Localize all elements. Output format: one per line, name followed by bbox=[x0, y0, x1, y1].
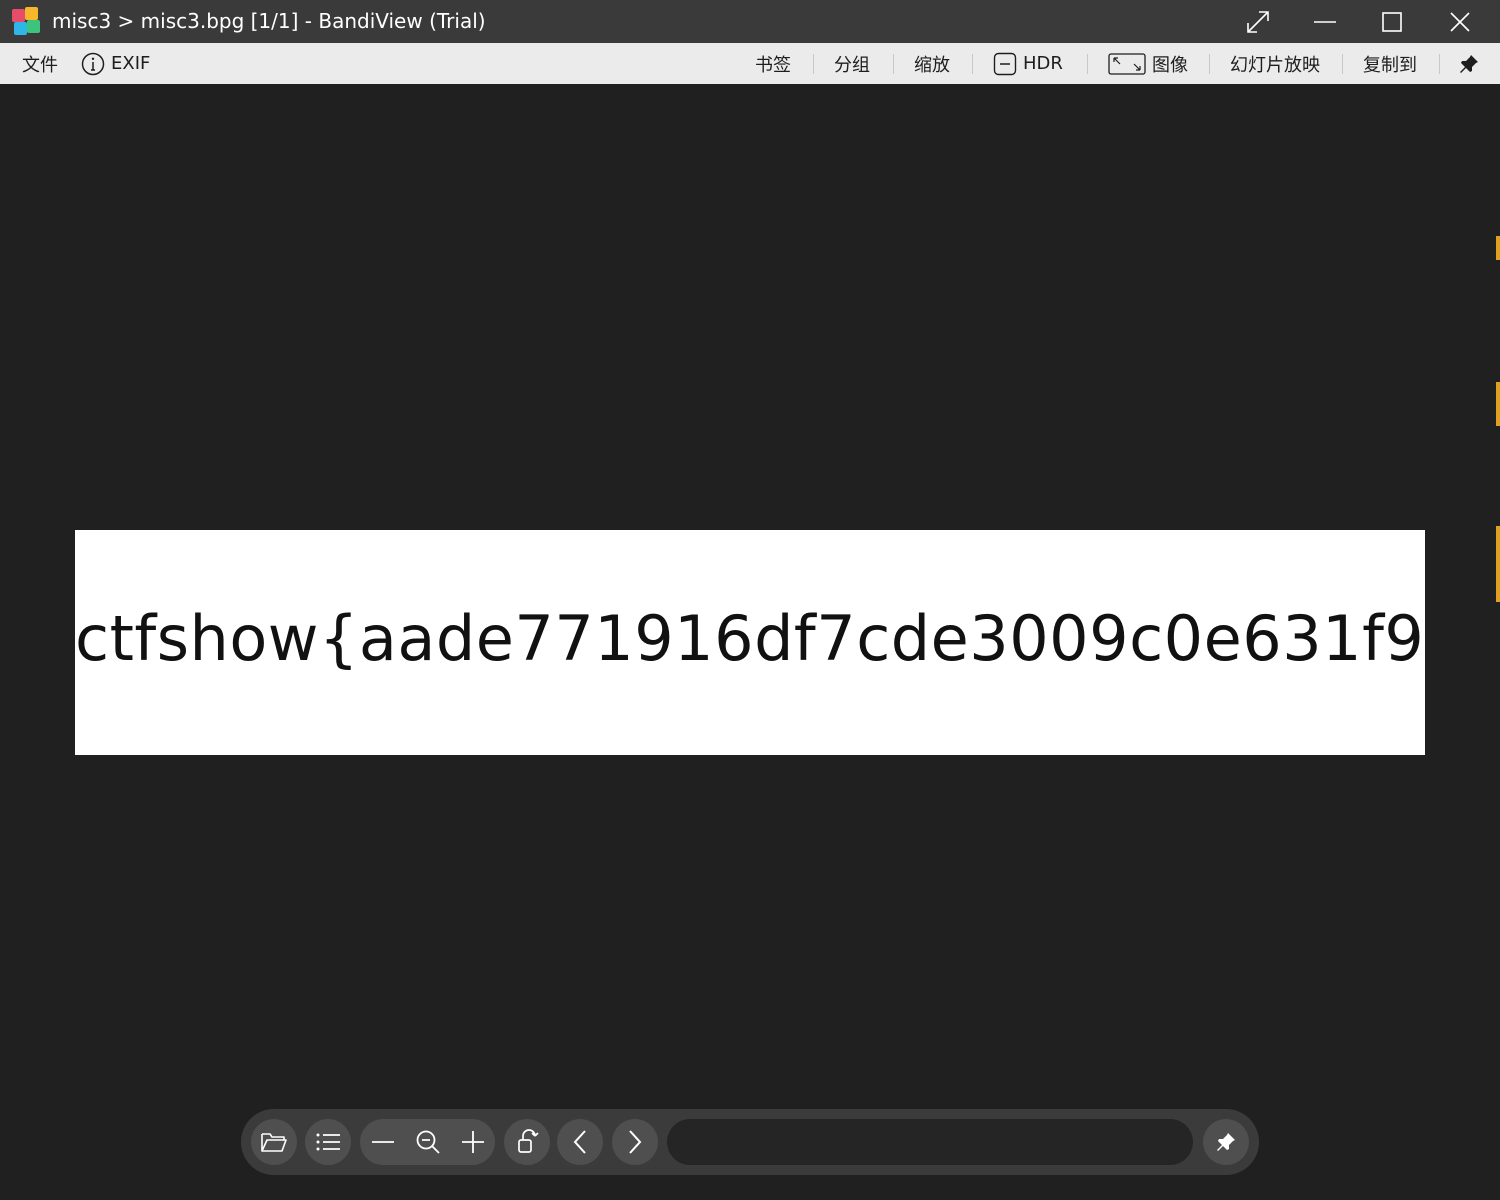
menu-exif-label: EXIF bbox=[111, 53, 151, 74]
menu-group[interactable]: 分组 bbox=[834, 43, 870, 84]
menu-copy-to-label: 复制到 bbox=[1363, 54, 1417, 76]
minimize-button[interactable] bbox=[1292, 0, 1358, 43]
menu-divider bbox=[893, 54, 894, 74]
maximize-button[interactable] bbox=[1359, 0, 1425, 43]
fullscreen-button[interactable] bbox=[1225, 0, 1291, 43]
window-edge-highlight bbox=[1496, 526, 1500, 602]
menu-bookmark-label: 书签 bbox=[755, 54, 791, 76]
menu-hdr[interactable]: HDR bbox=[993, 43, 1063, 84]
zoom-in-button[interactable] bbox=[450, 1119, 495, 1165]
pin-icon bbox=[1460, 54, 1478, 73]
menu-hdr-label: HDR bbox=[1023, 53, 1063, 74]
next-icon bbox=[629, 1130, 642, 1154]
menu-file-label: 文件 bbox=[22, 54, 58, 76]
window-edge-highlight bbox=[1496, 236, 1500, 260]
minimize-icon bbox=[1314, 20, 1336, 23]
zoom-fit-icon bbox=[416, 1130, 440, 1154]
rotate-icon bbox=[518, 1129, 539, 1153]
menu-divider bbox=[1087, 54, 1088, 74]
image-flag-text: ctfshow{aade771916df7cde3009c0e631f9910d… bbox=[75, 602, 1425, 675]
menu-bar: 文件 EXIF 书签 分组 缩放 HDR 图像 幻灯片放映 复制到 bbox=[0, 43, 1500, 84]
list-icon bbox=[316, 1133, 340, 1151]
menu-divider bbox=[1342, 54, 1343, 74]
menu-divider bbox=[813, 54, 814, 74]
toolbar-pin-button[interactable] bbox=[1203, 1119, 1249, 1165]
previous-image-button[interactable] bbox=[557, 1119, 603, 1165]
maximize-icon bbox=[1382, 11, 1402, 32]
menu-image[interactable]: 图像 bbox=[1108, 43, 1188, 84]
menu-zoom-label: 缩放 bbox=[914, 54, 950, 76]
displayed-image: ctfshow{aade771916df7cde3009c0e631f9910d… bbox=[75, 530, 1425, 755]
zoom-in-plus-icon bbox=[461, 1131, 484, 1153]
zoom-out-button[interactable] bbox=[360, 1119, 405, 1165]
fullscreen-icon bbox=[1247, 10, 1269, 33]
window-edge-highlight bbox=[1496, 382, 1500, 426]
info-icon bbox=[81, 52, 105, 75]
close-icon bbox=[1450, 11, 1470, 32]
rotate-button[interactable] bbox=[504, 1119, 550, 1165]
image-resize-icon bbox=[1108, 52, 1146, 75]
image-info-field bbox=[667, 1119, 1193, 1165]
menu-image-label: 图像 bbox=[1152, 54, 1188, 76]
pin-window-button[interactable] bbox=[1459, 43, 1479, 84]
open-folder-button[interactable] bbox=[251, 1119, 297, 1165]
next-image-button[interactable] bbox=[612, 1119, 658, 1165]
title-bar[interactable]: misc3 > misc3.bpg [1/1] - BandiView (Tri… bbox=[0, 0, 1500, 43]
zoom-controls bbox=[360, 1119, 495, 1165]
zoom-fit-button[interactable] bbox=[405, 1119, 450, 1165]
bottom-toolbar bbox=[241, 1109, 1259, 1175]
pin-icon bbox=[1217, 1133, 1235, 1151]
menu-zoom[interactable]: 缩放 bbox=[914, 43, 950, 84]
menu-divider bbox=[1439, 54, 1440, 74]
menu-exif[interactable]: EXIF bbox=[81, 43, 150, 84]
menu-bookmark[interactable]: 书签 bbox=[755, 43, 791, 84]
hdr-toggle-icon bbox=[993, 52, 1017, 75]
previous-icon bbox=[573, 1130, 586, 1154]
bandiview-window: misc3 > misc3.bpg [1/1] - BandiView (Tri… bbox=[0, 0, 1500, 1200]
image-viewer-area[interactable]: ctfshow{aade771916df7cde3009c0e631f9910d… bbox=[2, 84, 1498, 1198]
window-title: misc3 > misc3.bpg [1/1] - BandiView (Tri… bbox=[52, 9, 486, 33]
menu-copy-to[interactable]: 复制到 bbox=[1363, 43, 1417, 84]
menu-group-label: 分组 bbox=[834, 54, 870, 76]
menu-file[interactable]: 文件 bbox=[22, 43, 58, 84]
menu-divider bbox=[1209, 54, 1210, 74]
menu-slideshow-label: 幻灯片放映 bbox=[1230, 54, 1320, 76]
zoom-out-minus-icon bbox=[371, 1141, 394, 1143]
file-list-button[interactable] bbox=[305, 1119, 351, 1165]
bandiview-logo-icon bbox=[12, 7, 40, 35]
menu-slideshow[interactable]: 幻灯片放映 bbox=[1230, 43, 1320, 84]
menu-divider bbox=[972, 54, 973, 74]
close-button[interactable] bbox=[1427, 0, 1493, 43]
open-folder-icon bbox=[261, 1133, 287, 1152]
